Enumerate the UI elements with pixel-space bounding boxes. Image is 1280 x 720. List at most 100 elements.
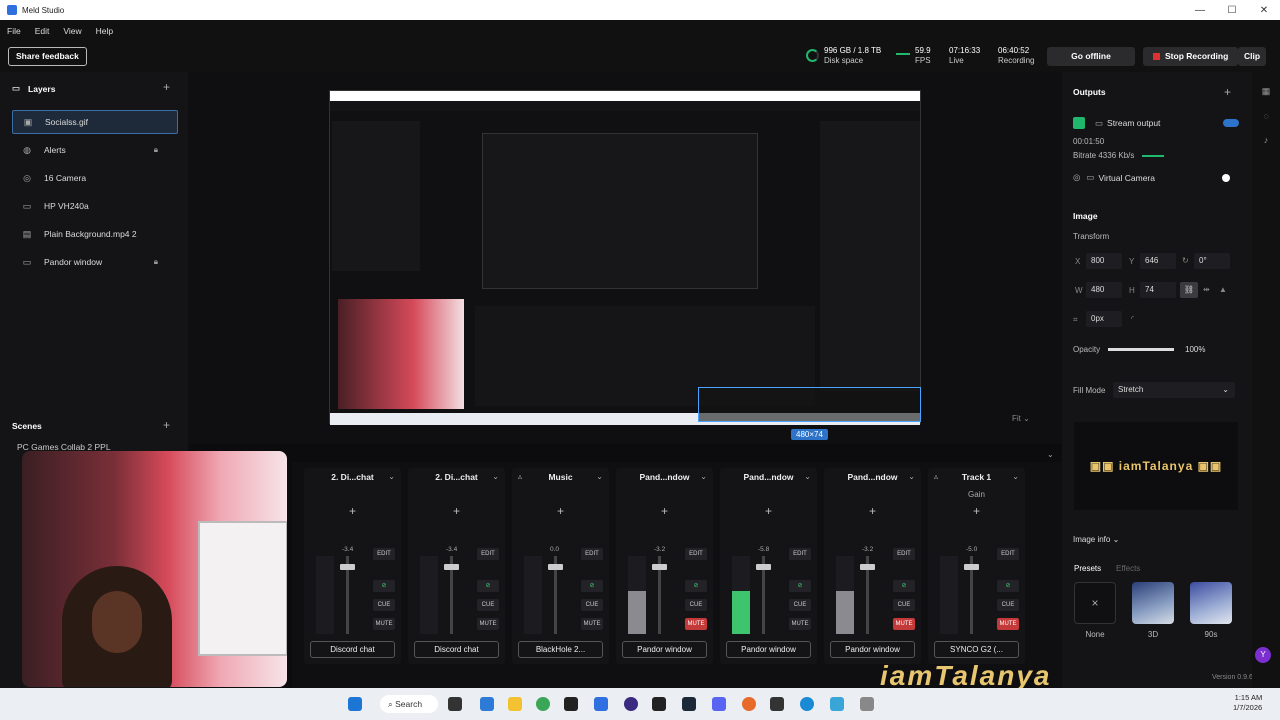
lock-icon[interactable]: 🔒︎ [154,145,158,155]
mute-button[interactable]: MUTE [685,618,707,630]
x-field[interactable]: 800 [1086,253,1122,269]
cue-button[interactable]: CUE [373,599,395,611]
chevron-down-icon[interactable]: ⌄ [596,472,603,481]
mute-button[interactable]: MUTE [373,618,395,630]
image-info-toggle[interactable]: Image info ⌄ [1073,535,1119,544]
stop-recording-button[interactable]: Stop Recording [1143,47,1239,66]
add-filter-icon[interactable]: + [304,504,401,518]
chat-icon[interactable]: ◌ [1252,111,1280,121]
chevron-down-icon[interactable]: ⌄ [804,472,811,481]
menu-view[interactable]: View [63,26,81,36]
edit-button[interactable]: EDIT [685,548,707,560]
audio-route-select[interactable]: SYNCO G2 (... [934,641,1019,658]
steam-icon[interactable] [682,697,696,711]
mute-button[interactable]: MUTE [789,618,811,630]
add-layer-icon[interactable]: + [163,80,170,94]
folder-icon[interactable] [508,697,522,711]
virtual-camera-toggle[interactable] [1222,174,1230,182]
app-icon[interactable] [564,697,578,711]
audio-route-select[interactable]: Pandor window [830,641,915,658]
task-view-icon[interactable] [448,697,462,711]
avatar[interactable]: Y [1255,647,1271,663]
menu-edit[interactable]: Edit [35,26,50,36]
chevron-down-icon[interactable]: ⌄ [1047,450,1054,459]
height-field[interactable]: 74 [1140,282,1176,298]
clip-button[interactable]: Clip [1238,47,1267,66]
tab-presets[interactable]: Presets [1074,564,1101,573]
virtual-camera-row[interactable]: ◎ ▭ Virtual Camera [1073,172,1155,183]
cue-button[interactable]: CUE [893,599,915,611]
link-icon[interactable]: ⊘ [893,580,915,592]
layer-item[interactable]: ◍ Alerts 🔒︎ [12,138,178,162]
add-filter-icon[interactable]: + [512,504,609,518]
add-filter-icon[interactable]: + [720,504,817,518]
link-icon[interactable]: ⛓ [1180,282,1198,298]
fader-knob[interactable] [340,564,355,570]
store-icon[interactable] [480,697,494,711]
link-icon[interactable]: ⊘ [997,580,1019,592]
mute-button[interactable]: MUTE [997,618,1019,630]
cue-button[interactable]: CUE [789,599,811,611]
audio-route-select[interactable]: Discord chat [414,641,499,658]
chrome-icon[interactable] [536,697,550,711]
edit-button[interactable]: EDIT [373,548,395,560]
link-icon[interactable]: ⊘ [789,580,811,592]
fader-knob[interactable] [444,564,459,570]
mute-button[interactable]: MUTE [477,618,499,630]
link-icon[interactable]: ⊘ [685,580,707,592]
mute-button[interactable]: MUTE [581,618,603,630]
edit-button[interactable]: EDIT [477,548,499,560]
edge-icon[interactable] [800,697,814,711]
layer-item[interactable]: ▣ Socialss.gif [12,110,178,134]
add-output-icon[interactable]: + [1224,85,1231,99]
add-filter-icon[interactable]: + [824,504,921,518]
edit-button[interactable]: EDIT [581,548,603,560]
y-field[interactable]: 646 [1140,253,1176,269]
chevron-down-icon[interactable]: ⌄ [908,472,915,481]
tab-effects[interactable]: Effects [1116,564,1140,573]
app-icon[interactable] [770,697,784,711]
fit-dropdown[interactable]: Fit ⌄ [1012,414,1030,423]
opacity-slider[interactable] [1108,348,1174,351]
preset-3d[interactable] [1132,582,1174,624]
share-feedback-button[interactable]: Share feedback [8,47,87,66]
chevron-down-icon[interactable]: ⌄ [388,472,395,481]
audio-route-select[interactable]: Discord chat [310,641,395,658]
fader-knob[interactable] [756,564,771,570]
fader-knob[interactable] [860,564,875,570]
fader-knob[interactable] [548,564,563,570]
cue-button[interactable]: CUE [685,599,707,611]
settings-icon[interactable] [860,697,874,711]
preset-90s[interactable] [1190,582,1232,624]
start-icon[interactable] [348,697,362,711]
audio-icon[interactable]: ♪ [1252,135,1280,145]
go-offline-button[interactable]: Go offline [1047,47,1135,66]
width-field[interactable]: 480 [1086,282,1122,298]
edit-button[interactable]: EDIT [789,548,811,560]
cue-button[interactable]: CUE [997,599,1019,611]
chevron-down-icon[interactable]: ⌄ [700,472,707,481]
minimize-button[interactable]: — [1184,0,1216,20]
audio-route-select[interactable]: BlackHole 2... [518,641,603,658]
cue-button[interactable]: CUE [581,599,603,611]
search-box[interactable]: ⌕ Search [380,695,438,713]
link-icon[interactable]: ⊘ [373,580,395,592]
add-scene-icon[interactable]: + [163,418,170,432]
link-icon[interactable]: ⊘ [477,580,499,592]
add-filter-icon[interactable]: + [928,504,1025,518]
audio-route-select[interactable]: Pandor window [622,641,707,658]
add-filter-icon[interactable]: + [408,504,505,518]
flip-vertical-icon[interactable]: ▲ [1219,285,1227,294]
rotation-field[interactable]: 0° [1194,253,1230,269]
lock-icon[interactable]: 🔒︎ [154,257,158,267]
layer-item[interactable]: ▭ Pandor window 🔒︎ [12,250,178,274]
layer-item[interactable]: ◎ 16 Camera [12,166,178,190]
chevron-down-icon[interactable]: ⌄ [492,472,499,481]
fader-knob[interactable] [964,564,979,570]
taskbar-clock[interactable]: 1:15 AM 1/7/2026 [1233,693,1262,713]
stream-output-toggle[interactable] [1223,119,1239,127]
menu-help[interactable]: Help [96,26,113,36]
obs-icon[interactable] [624,697,638,711]
corner-radius-field[interactable]: 0px [1086,311,1122,327]
link-icon[interactable]: ⊘ [581,580,603,592]
